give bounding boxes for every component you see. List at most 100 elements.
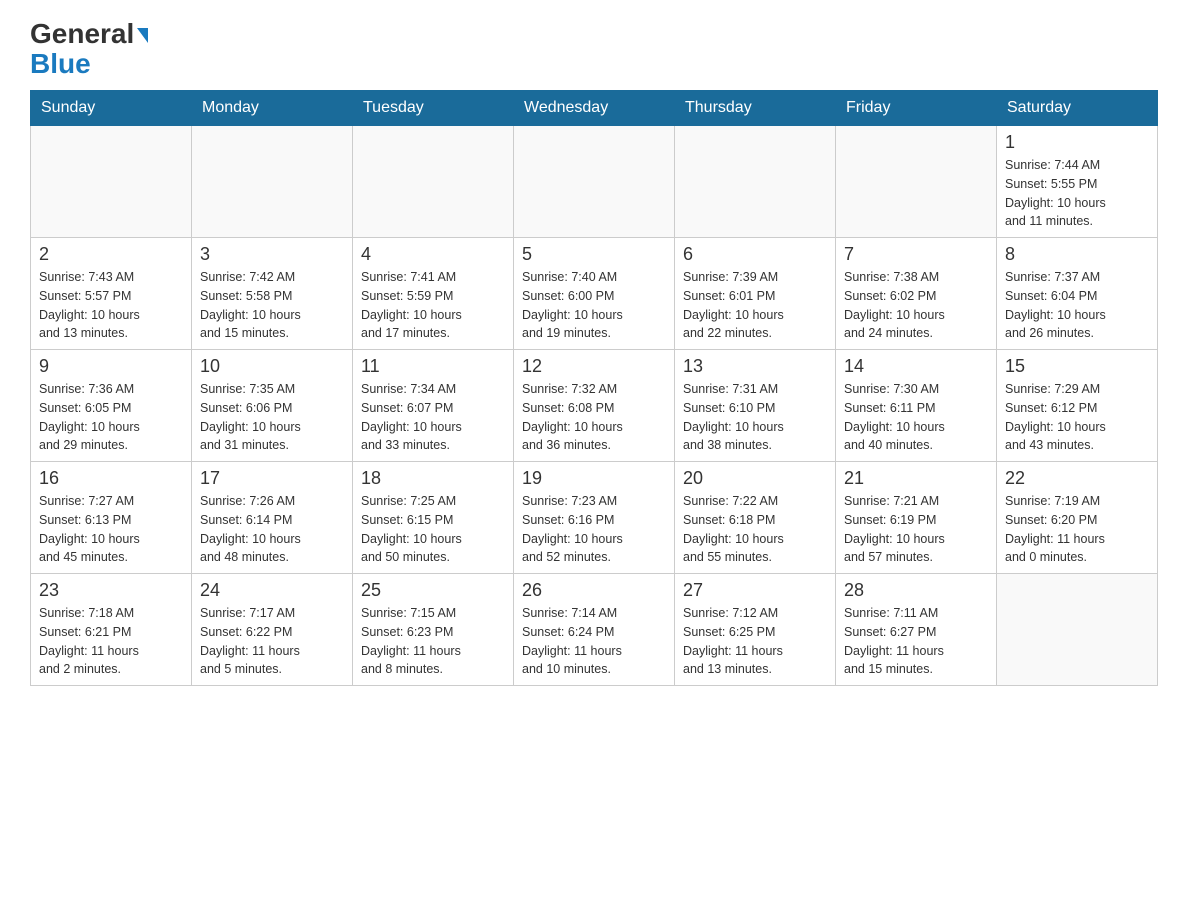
calendar-table: SundayMondayTuesdayWednesdayThursdayFrid…: [30, 90, 1158, 686]
calendar-cell: 22 Sunrise: 7:19 AM Sunset: 6:20 PM Dayli…: [997, 462, 1158, 574]
day-info: Sunrise: 7:27 AM Sunset: 6:13 PM Dayligh…: [39, 492, 183, 567]
calendar-cell: 3 Sunrise: 7:42 AM Sunset: 5:58 PM Daylig…: [192, 238, 353, 350]
calendar-cell: 14 Sunrise: 7:30 AM Sunset: 6:11 PM Dayli…: [836, 350, 997, 462]
calendar-cell: [31, 126, 192, 238]
day-info: Sunrise: 7:29 AM Sunset: 6:12 PM Dayligh…: [1005, 380, 1149, 455]
calendar-cell: 2 Sunrise: 7:43 AM Sunset: 5:57 PM Daylig…: [31, 238, 192, 350]
calendar-cell: 10 Sunrise: 7:35 AM Sunset: 6:06 PM Dayli…: [192, 350, 353, 462]
calendar-cell: 12 Sunrise: 7:32 AM Sunset: 6:08 PM Dayli…: [514, 350, 675, 462]
calendar-cell: [192, 126, 353, 238]
week-row-5: 23 Sunrise: 7:18 AM Sunset: 6:21 PM Dayli…: [31, 574, 1158, 686]
calendar-cell: 27Sunrise: 7:12 AM Sunset: 6:25 PM Dayli…: [675, 574, 836, 686]
day-header-thursday: Thursday: [675, 91, 836, 126]
calendar-cell: 16 Sunrise: 7:27 AM Sunset: 6:13 PM Dayli…: [31, 462, 192, 574]
day-info: Sunrise: 7:39 AM Sunset: 6:01 PM Dayligh…: [683, 268, 827, 343]
day-number: 26: [522, 580, 666, 601]
day-number: 23: [39, 580, 183, 601]
calendar-cell: 28 Sunrise: 7:11 AM Sunset: 6:27 PM Dayli…: [836, 574, 997, 686]
day-number: 28: [844, 580, 988, 601]
day-number: 5: [522, 244, 666, 265]
week-row-4: 16 Sunrise: 7:27 AM Sunset: 6:13 PM Dayli…: [31, 462, 1158, 574]
day-number: 18: [361, 468, 505, 489]
calendar-cell: 4 Sunrise: 7:41 AM Sunset: 5:59 PM Daylig…: [353, 238, 514, 350]
calendar-cell: 6 Sunrise: 7:39 AM Sunset: 6:01 PM Daylig…: [675, 238, 836, 350]
day-info: Sunrise: 7:19 AM Sunset: 6:20 PM Dayligh…: [1005, 492, 1149, 567]
week-row-1: 1 Sunrise: 7:44 AM Sunset: 5:55 PM Daylig…: [31, 126, 1158, 238]
day-info: Sunrise: 7:36 AM Sunset: 6:05 PM Dayligh…: [39, 380, 183, 455]
calendar-cell: [514, 126, 675, 238]
day-number: 19: [522, 468, 666, 489]
logo-top: General: [30, 20, 148, 48]
week-row-3: 9Sunrise: 7:36 AM Sunset: 6:05 PM Daylig…: [31, 350, 1158, 462]
day-info: Sunrise: 7:25 AM Sunset: 6:15 PM Dayligh…: [361, 492, 505, 567]
calendar-cell: [997, 574, 1158, 686]
day-info: Sunrise: 7:38 AM Sunset: 6:02 PM Dayligh…: [844, 268, 988, 343]
calendar-cell: 1 Sunrise: 7:44 AM Sunset: 5:55 PM Daylig…: [997, 126, 1158, 238]
day-number: 17: [200, 468, 344, 489]
day-info: Sunrise: 7:35 AM Sunset: 6:06 PM Dayligh…: [200, 380, 344, 455]
day-number: 14: [844, 356, 988, 377]
calendar-cell: 18 Sunrise: 7:25 AM Sunset: 6:15 PM Dayli…: [353, 462, 514, 574]
calendar-cell: 24Sunrise: 7:17 AM Sunset: 6:22 PM Dayli…: [192, 574, 353, 686]
day-number: 4: [361, 244, 505, 265]
calendar-cell: 26 Sunrise: 7:14 AM Sunset: 6:24 PM Dayli…: [514, 574, 675, 686]
day-number: 8: [1005, 244, 1149, 265]
week-row-2: 2 Sunrise: 7:43 AM Sunset: 5:57 PM Daylig…: [31, 238, 1158, 350]
day-header-tuesday: Tuesday: [353, 91, 514, 126]
logo: General Blue: [30, 20, 148, 80]
calendar-cell: 5 Sunrise: 7:40 AM Sunset: 6:00 PM Daylig…: [514, 238, 675, 350]
day-info: Sunrise: 7:23 AM Sunset: 6:16 PM Dayligh…: [522, 492, 666, 567]
day-info: Sunrise: 7:37 AM Sunset: 6:04 PM Dayligh…: [1005, 268, 1149, 343]
day-number: 22: [1005, 468, 1149, 489]
day-number: 7: [844, 244, 988, 265]
calendar-cell: 19 Sunrise: 7:23 AM Sunset: 6:16 PM Dayli…: [514, 462, 675, 574]
day-number: 10: [200, 356, 344, 377]
page-header: General Blue: [30, 20, 1158, 80]
day-number: 20: [683, 468, 827, 489]
day-header-saturday: Saturday: [997, 91, 1158, 126]
day-info: Sunrise: 7:34 AM Sunset: 6:07 PM Dayligh…: [361, 380, 505, 455]
day-number: 16: [39, 468, 183, 489]
day-info: Sunrise: 7:17 AM Sunset: 6:22 PM Dayligh…: [200, 604, 344, 679]
day-number: 15: [1005, 356, 1149, 377]
day-info: Sunrise: 7:42 AM Sunset: 5:58 PM Dayligh…: [200, 268, 344, 343]
day-info: Sunrise: 7:44 AM Sunset: 5:55 PM Dayligh…: [1005, 156, 1149, 231]
day-number: 1: [1005, 132, 1149, 153]
calendar-cell: 13 Sunrise: 7:31 AM Sunset: 6:10 PM Dayli…: [675, 350, 836, 462]
calendar-cell: [836, 126, 997, 238]
day-info: Sunrise: 7:18 AM Sunset: 6:21 PM Dayligh…: [39, 604, 183, 679]
day-info: Sunrise: 7:11 AM Sunset: 6:27 PM Dayligh…: [844, 604, 988, 679]
calendar-cell: [675, 126, 836, 238]
day-info: Sunrise: 7:41 AM Sunset: 5:59 PM Dayligh…: [361, 268, 505, 343]
calendar-cell: 8 Sunrise: 7:37 AM Sunset: 6:04 PM Daylig…: [997, 238, 1158, 350]
logo-bottom: Blue: [30, 48, 91, 80]
day-info: Sunrise: 7:43 AM Sunset: 5:57 PM Dayligh…: [39, 268, 183, 343]
calendar-cell: 21 Sunrise: 7:21 AM Sunset: 6:19 PM Dayli…: [836, 462, 997, 574]
day-header-sunday: Sunday: [31, 91, 192, 126]
day-number: 2: [39, 244, 183, 265]
day-number: 12: [522, 356, 666, 377]
day-header-wednesday: Wednesday: [514, 91, 675, 126]
calendar-cell: 7 Sunrise: 7:38 AM Sunset: 6:02 PM Daylig…: [836, 238, 997, 350]
calendar-cell: 11 Sunrise: 7:34 AM Sunset: 6:07 PM Dayli…: [353, 350, 514, 462]
day-info: Sunrise: 7:31 AM Sunset: 6:10 PM Dayligh…: [683, 380, 827, 455]
day-number: 13: [683, 356, 827, 377]
day-info: Sunrise: 7:22 AM Sunset: 6:18 PM Dayligh…: [683, 492, 827, 567]
day-info: Sunrise: 7:40 AM Sunset: 6:00 PM Dayligh…: [522, 268, 666, 343]
day-number: 6: [683, 244, 827, 265]
day-info: Sunrise: 7:15 AM Sunset: 6:23 PM Dayligh…: [361, 604, 505, 679]
days-header-row: SundayMondayTuesdayWednesdayThursdayFrid…: [31, 91, 1158, 126]
calendar-cell: [353, 126, 514, 238]
day-info: Sunrise: 7:26 AM Sunset: 6:14 PM Dayligh…: [200, 492, 344, 567]
day-number: 21: [844, 468, 988, 489]
day-info: Sunrise: 7:32 AM Sunset: 6:08 PM Dayligh…: [522, 380, 666, 455]
day-number: 3: [200, 244, 344, 265]
calendar-cell: 23 Sunrise: 7:18 AM Sunset: 6:21 PM Dayli…: [31, 574, 192, 686]
calendar-cell: 15 Sunrise: 7:29 AM Sunset: 6:12 PM Dayli…: [997, 350, 1158, 462]
day-info: Sunrise: 7:21 AM Sunset: 6:19 PM Dayligh…: [844, 492, 988, 567]
day-info: Sunrise: 7:12 AM Sunset: 6:25 PM Dayligh…: [683, 604, 827, 679]
calendar-cell: 25Sunrise: 7:15 AM Sunset: 6:23 PM Dayli…: [353, 574, 514, 686]
day-info: Sunrise: 7:14 AM Sunset: 6:24 PM Dayligh…: [522, 604, 666, 679]
day-number: 11: [361, 356, 505, 377]
day-info: Sunrise: 7:30 AM Sunset: 6:11 PM Dayligh…: [844, 380, 988, 455]
